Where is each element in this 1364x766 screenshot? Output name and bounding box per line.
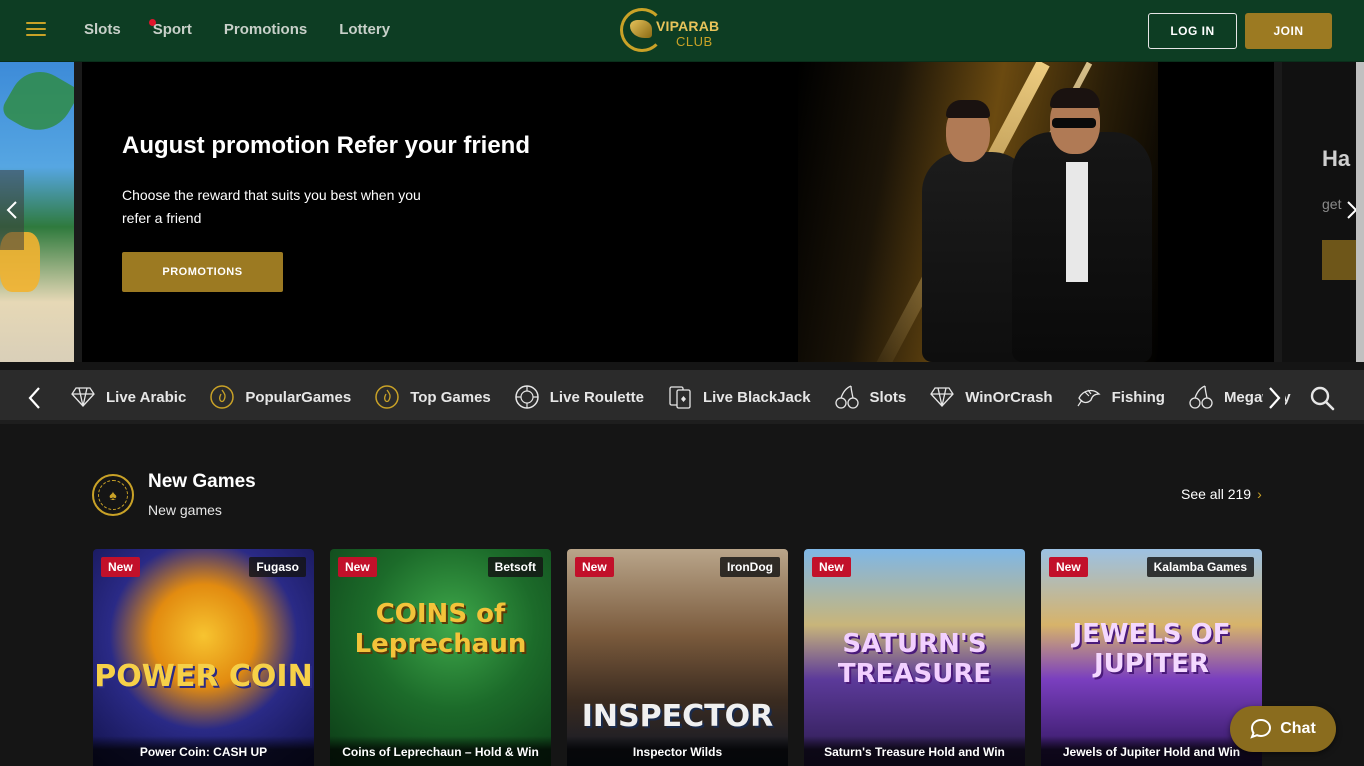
shirt-image: [1066, 162, 1088, 282]
game-title: Saturn's Treasure Hold and Win: [804, 736, 1025, 766]
hair-image: [1050, 88, 1100, 108]
main-nav: Slots Sport Promotions Lottery: [84, 19, 422, 38]
category-live-blackjack[interactable]: Live BlackJack: [667, 370, 811, 424]
category-fishing[interactable]: Fishing: [1076, 370, 1165, 424]
banner-description: Choose the reward that suits you best wh…: [122, 187, 421, 226]
chevron-right-icon: [1269, 387, 1281, 409]
live-dot-icon: [148, 19, 156, 26]
poker-chip-icon: ♠: [92, 474, 134, 516]
flame-coin-icon: [209, 384, 235, 410]
game-card[interactable]: SATURN'S TREASURE New Saturn's Treasure …: [804, 549, 1025, 766]
roulette-icon: [514, 384, 540, 410]
chat-button[interactable]: Chat: [1230, 706, 1336, 752]
category-win-or-crash[interactable]: WinOrCrash: [929, 370, 1053, 424]
category-label: Live Arabic: [106, 388, 187, 406]
provider-badge: Betsoft: [487, 557, 543, 577]
see-all-label: See all 219: [1181, 486, 1252, 502]
chevron-left-icon: [6, 201, 17, 219]
nav-sport[interactable]: Sport: [148, 19, 192, 38]
fish-icon: [1076, 384, 1102, 410]
hamburger-icon[interactable]: [26, 22, 46, 38]
game-card[interactable]: INSPECTOR New IronDog Inspector Wilds: [567, 549, 788, 766]
hair-image: [946, 100, 990, 118]
cards-icon: [667, 384, 693, 410]
search-icon[interactable]: [1308, 384, 1336, 412]
chat-label: Chat: [1280, 720, 1316, 737]
new-badge: New: [101, 557, 140, 577]
cherries-icon: [834, 384, 860, 410]
game-title: Power Coin: CASH UP: [93, 736, 314, 766]
game-logo: COINS of Leprechaun: [354, 599, 527, 659]
game-title: Jewels of Jupiter Hold and Win: [1041, 736, 1262, 766]
category-label: PopularGames: [245, 388, 352, 406]
category-live-roulette[interactable]: Live Roulette: [514, 370, 644, 424]
category-label: WinOrCrash: [965, 388, 1053, 406]
nav-slots[interactable]: Slots: [84, 21, 121, 38]
new-badge: New: [575, 557, 614, 577]
category-popular-games[interactable]: PopularGames: [209, 370, 351, 424]
category-label: Live BlackJack: [702, 388, 811, 406]
diamond-icon: [70, 384, 96, 410]
provider-badge: Kalamba Games: [1146, 557, 1254, 577]
banner-title: August promotion Refer your friend: [122, 132, 530, 159]
palm-leaf-image: [0, 62, 74, 143]
page-scrollbar[interactable]: [1356, 62, 1364, 362]
chevron-left-icon: [28, 387, 40, 409]
game-logo: JEWELS OF JUPITER: [1072, 619, 1231, 679]
next-slide-title: Ha: [1322, 146, 1351, 171]
game-logo: INSPECTOR: [581, 699, 774, 734]
top-header: Slots Sport Promotions Lottery VIPARAB C…: [0, 0, 1364, 62]
current-slide: August promotion Refer your friend Choos…: [82, 62, 1274, 362]
game-logo: SATURN'S TREASURE: [837, 629, 992, 689]
provider-badge: Fugaso: [249, 557, 306, 577]
game-card[interactable]: POWER COIN New Fugaso Power Coin: CASH U…: [93, 549, 314, 766]
section-title: New Games: [148, 471, 256, 492]
section-subtitle: New games: [148, 502, 222, 518]
next-slide-text: get: [1322, 196, 1342, 212]
provider-badge: IronDog: [720, 557, 780, 577]
game-logo: POWER COIN: [94, 659, 313, 694]
category-slots[interactable]: Slots: [834, 370, 907, 424]
diamond-icon: [929, 384, 955, 410]
category-label: Top Games: [410, 388, 491, 406]
category-label: Fishing: [1111, 388, 1165, 406]
game-thumbnail: [93, 549, 314, 766]
promotions-button[interactable]: PROMOTIONS: [122, 252, 283, 292]
category-prev-arrow[interactable]: [24, 385, 46, 411]
new-badge: New: [812, 557, 851, 577]
category-label: Live Roulette: [549, 388, 644, 406]
carousel-prev-arrow[interactable]: [0, 170, 24, 250]
games-row: POWER COIN New Fugaso Power Coin: CASH U…: [93, 549, 1273, 766]
category-next-arrow[interactable]: [1263, 385, 1285, 411]
promo-carousel: August promotion Refer your friend Choos…: [0, 62, 1364, 362]
banner-edge: [1158, 62, 1274, 362]
join-button[interactable]: JOIN: [1245, 13, 1332, 49]
category-top-games[interactable]: Top Games: [374, 370, 491, 424]
category-live-arabic[interactable]: Live Arabic: [70, 370, 186, 424]
game-card[interactable]: JEWELS OF JUPITER New Kalamba Games Jewe…: [1041, 549, 1262, 766]
category-label: Slots: [869, 388, 907, 406]
see-all-link[interactable]: See all 219 ›: [1181, 486, 1262, 502]
login-button[interactable]: LOG IN: [1148, 13, 1237, 49]
logo-text: VIPARAB: [656, 18, 720, 34]
cherries-icon: [1188, 384, 1214, 410]
site-logo[interactable]: VIPARAB CLUB: [620, 6, 720, 54]
new-badge: New: [338, 557, 377, 577]
game-card[interactable]: COINS of Leprechaun New Betsoft Coins of…: [330, 549, 551, 766]
game-title: Inspector Wilds: [567, 736, 788, 766]
chevron-right-icon: ›: [1257, 486, 1262, 502]
nav-lottery[interactable]: Lottery: [339, 21, 390, 38]
flame-coin-icon: [374, 384, 400, 410]
new-badge: New: [1049, 557, 1088, 577]
sunglasses-image: [1052, 118, 1096, 128]
category-list: Live Arabic PopularGames Top Games Live …: [70, 370, 1314, 424]
game-title: Coins of Leprechaun – Hold & Win: [330, 736, 551, 766]
nav-promotions[interactable]: Promotions: [224, 21, 307, 38]
chat-bubble-icon: [1250, 718, 1272, 739]
category-bar: Live Arabic PopularGames Top Games Live …: [0, 370, 1364, 424]
logo-subtext: CLUB: [676, 34, 713, 49]
